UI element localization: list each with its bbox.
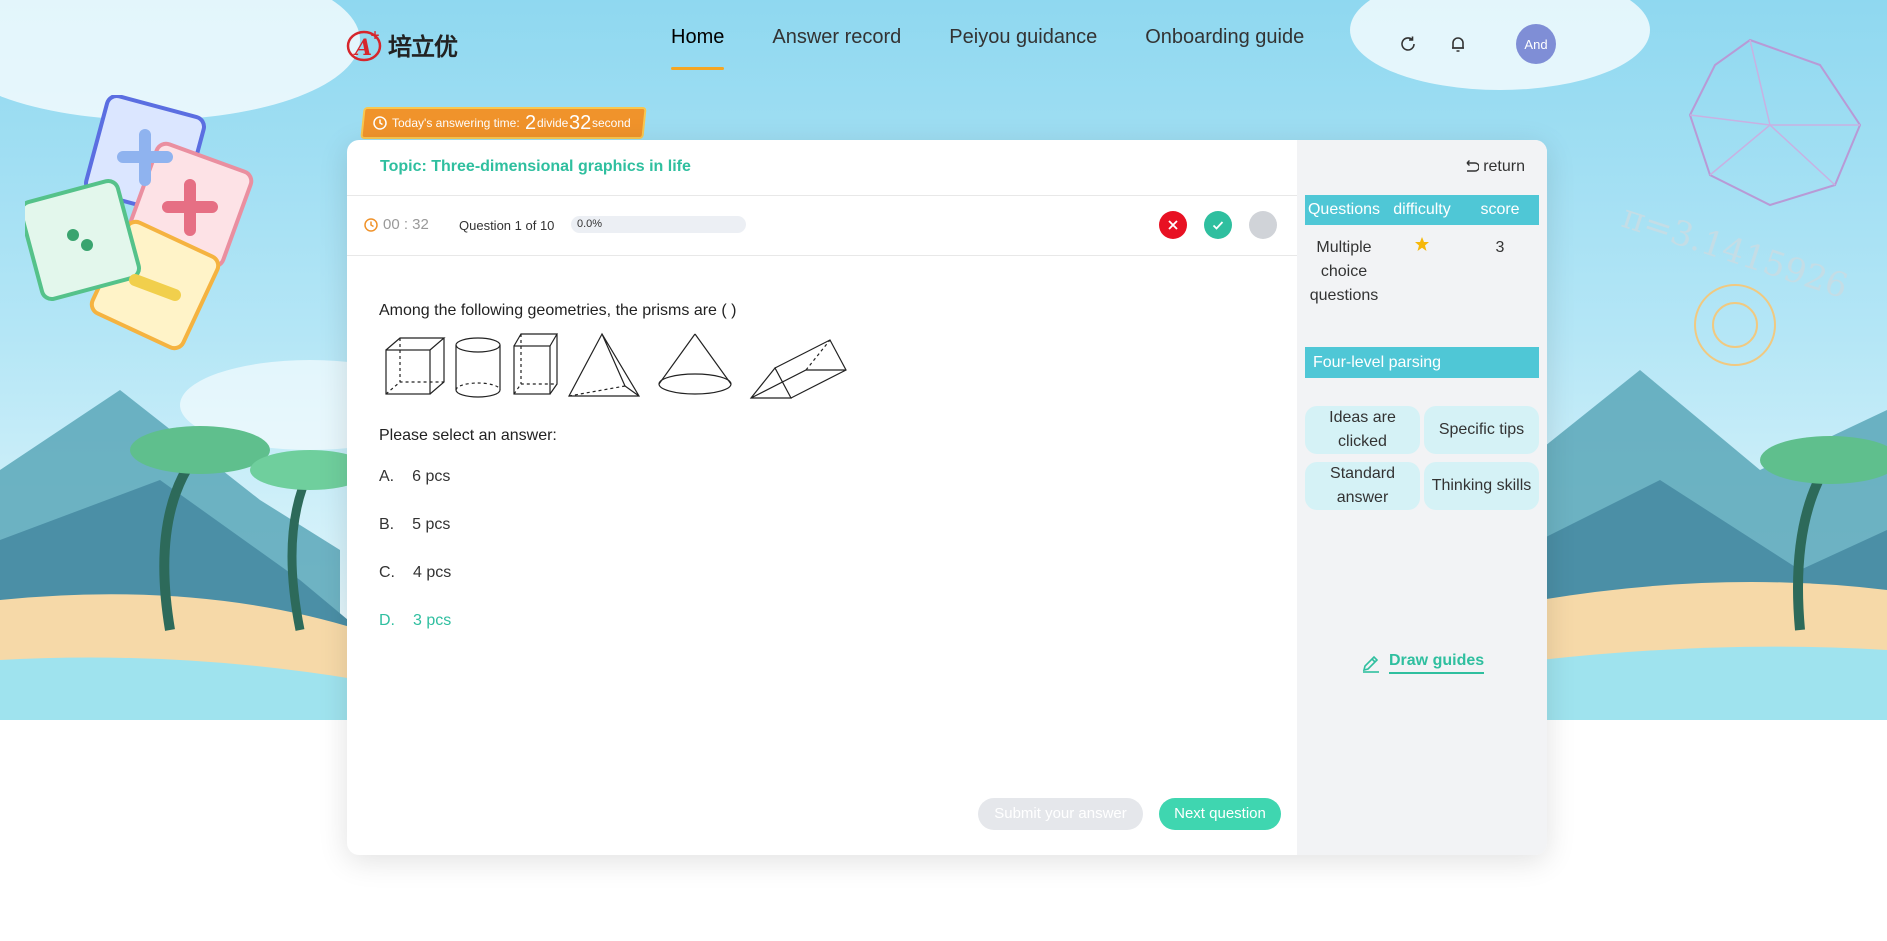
- quiz-card: Topic: Three-dimensional graphics in lif…: [347, 140, 1547, 855]
- draw-guides-button[interactable]: Draw guides: [1361, 652, 1485, 674]
- math-symbols-decoration: [25, 95, 254, 351]
- answer-status-markers: [1159, 211, 1277, 239]
- question-status-row: 00 : 32 Question 1 of 10 0.0%: [347, 196, 1297, 256]
- header-score: score: [1480, 201, 1520, 218]
- clock-icon: [373, 116, 387, 130]
- option-text: 6 pcs: [412, 468, 451, 485]
- correct-marker[interactable]: [1204, 211, 1232, 239]
- daily-answer-time-banner: Today's answering time: 2 divide 32 seco…: [360, 107, 647, 139]
- timer-minutes: 2: [524, 111, 536, 134]
- question-panel: Topic: Three-dimensional graphics in lif…: [347, 140, 1297, 855]
- difficulty-stars: [1383, 236, 1461, 308]
- logo[interactable]: A + 培立优: [346, 24, 458, 64]
- return-button[interactable]: return: [1463, 158, 1525, 176]
- refresh-icon[interactable]: [1396, 32, 1420, 56]
- clock-icon: [364, 217, 378, 232]
- option-c[interactable]: C. 4 pcs: [379, 564, 451, 612]
- next-question-button[interactable]: Next question: [1159, 798, 1281, 830]
- chip-thinking-skills[interactable]: Thinking skills: [1424, 462, 1539, 510]
- star-icon: [1415, 237, 1429, 251]
- question-info-sidebar: return Questions difficulty score Multip…: [1297, 140, 1547, 855]
- return-icon: [1466, 160, 1480, 172]
- option-text: 4 pcs: [413, 564, 452, 581]
- question-type: Multiple choice questions: [1309, 239, 1379, 304]
- option-b[interactable]: B. 5 pcs: [379, 516, 451, 564]
- chip-ideas-clicked[interactable]: Ideas are clicked: [1305, 406, 1420, 454]
- return-label: return: [1483, 158, 1525, 175]
- svg-text:+: +: [370, 28, 380, 42]
- option-letter: B.: [379, 516, 395, 533]
- option-letter: D.: [379, 612, 395, 629]
- header-tools: And: [1396, 24, 1556, 64]
- elapsed-timer: 00 : 32: [363, 216, 429, 233]
- unanswered-marker[interactable]: [1249, 211, 1277, 239]
- main-nav: Home Answer record Peiyou guidance Onboa…: [671, 18, 1304, 70]
- check-icon: [1212, 221, 1224, 230]
- option-letter: C.: [379, 564, 395, 581]
- progress-text: 0.0%: [577, 218, 603, 230]
- nav-onboarding-guide[interactable]: Onboarding guide: [1145, 18, 1304, 70]
- option-text: 3 pcs: [413, 612, 452, 629]
- avatar[interactable]: And: [1516, 24, 1556, 64]
- timer-minutes-unit: divide: [536, 116, 569, 130]
- top-navigation-bar: A + 培立优 Home Answer record Peiyou guidan…: [346, 18, 1556, 78]
- chip-specific-tips[interactable]: Specific tips: [1424, 406, 1539, 454]
- svg-text:π=3.1415926: π=3.1415926: [1620, 196, 1853, 307]
- parsing-chips: Ideas are clicked Specific tips Standard…: [1305, 406, 1539, 510]
- question-text: Among the following geometries, the pris…: [379, 302, 737, 319]
- math-geometry-decoration: π=3.1415926: [1620, 38, 1862, 366]
- option-d[interactable]: D. 3 pcs: [379, 612, 451, 660]
- option-a[interactable]: A. 6 pcs: [379, 468, 451, 516]
- logo-text: 培立优: [388, 32, 458, 61]
- timer-prefix: Today's answering time:: [392, 116, 520, 130]
- logo-a-plus-icon: A +: [346, 28, 382, 62]
- nav-peiyou-guidance[interactable]: Peiyou guidance: [949, 18, 1097, 70]
- select-answer-prompt: Please select an answer:: [379, 427, 557, 444]
- bell-icon[interactable]: [1446, 32, 1470, 56]
- wrong-marker[interactable]: [1159, 211, 1187, 239]
- question-info-table-header: Questions difficulty score: [1305, 195, 1539, 225]
- close-icon: [1168, 220, 1178, 230]
- answer-options: A. 6 pcs B. 5 pcs C. 4 pcs D. 3 pcs: [379, 468, 451, 660]
- timer-seconds: 32: [569, 111, 592, 134]
- timer-seconds-unit: second: [592, 116, 632, 130]
- header-difficulty: difficulty: [1393, 201, 1451, 218]
- topic-title: Topic: Three-dimensional graphics in lif…: [380, 158, 691, 175]
- score-value: 3: [1495, 239, 1505, 256]
- elapsed-time: 00 : 32: [383, 216, 429, 233]
- nav-home[interactable]: Home: [671, 18, 725, 70]
- option-letter: A.: [379, 468, 395, 485]
- pencil-icon: [1362, 655, 1379, 673]
- option-text: 5 pcs: [412, 516, 451, 533]
- geometry-figures-image: [385, 332, 847, 399]
- header-questions: Questions: [1307, 201, 1381, 218]
- question-info-row: Multiple choice questions 3: [1305, 236, 1539, 308]
- chip-standard-answer[interactable]: Standard answer: [1305, 462, 1420, 510]
- submit-answer-button[interactable]: Submit your answer: [978, 798, 1143, 830]
- progress-bar: 0.0%: [571, 216, 746, 233]
- nav-answer-record[interactable]: Answer record: [772, 18, 901, 70]
- four-level-parsing-header: Four-level parsing: [1305, 347, 1539, 378]
- question-counter: Question 1 of 10: [459, 218, 555, 233]
- draw-guides-label: Draw guides: [1389, 652, 1485, 674]
